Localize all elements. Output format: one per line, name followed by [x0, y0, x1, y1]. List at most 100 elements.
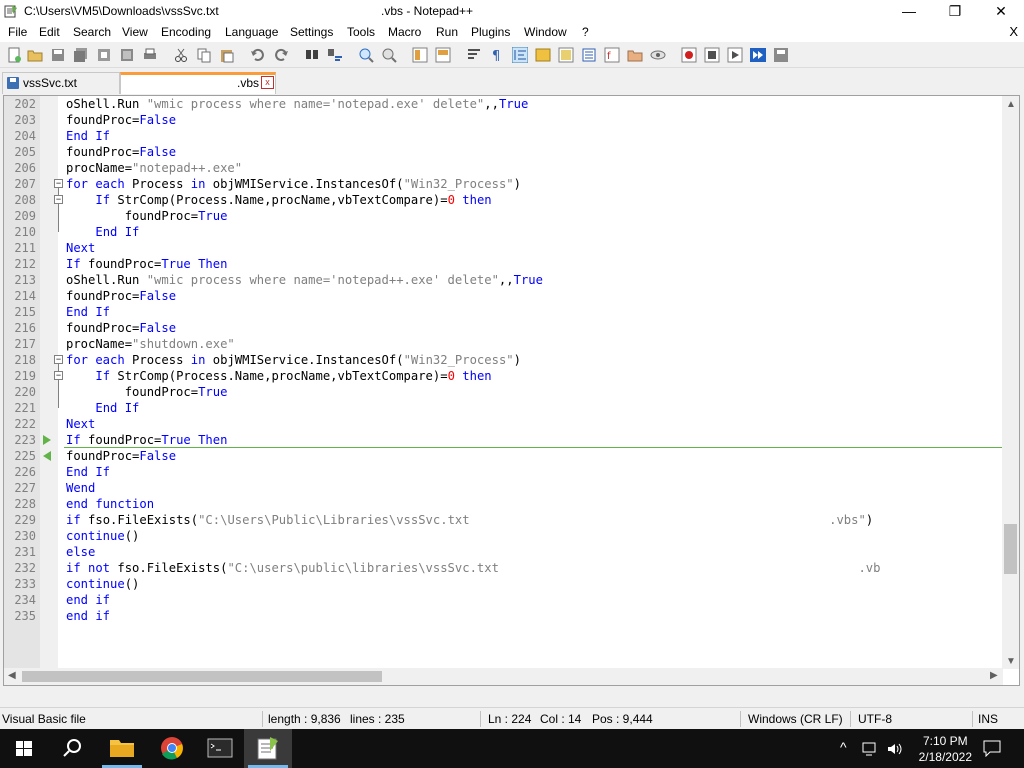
print-icon[interactable]	[142, 47, 158, 63]
sync-horizontal-icon[interactable]	[435, 47, 451, 63]
menu-settings[interactable]: Settings	[290, 25, 333, 39]
word-wrap-icon[interactable]	[466, 47, 482, 63]
code-line[interactable]: 232 if not fso.FileExists("C:\users\publi…	[4, 560, 1004, 576]
code-line[interactable]: 235 end if	[4, 608, 1004, 624]
copy-icon[interactable]	[196, 47, 212, 63]
tab-vbs-active[interactable]: .vbs x	[120, 72, 276, 94]
command-prompt-icon[interactable]	[196, 729, 244, 768]
code-line[interactable]: 229 if fso.FileExists("C:\Users\Public\Li…	[4, 512, 1004, 528]
new-file-icon[interactable]	[6, 47, 22, 63]
code-line[interactable]: 226 End If	[4, 464, 1004, 480]
code-line[interactable]: 217 procName="shutdown.exe"	[4, 336, 1004, 352]
tab-vsssvc-txt[interactable]: vssSvc.txt	[2, 72, 120, 94]
code-line[interactable]: 215 End If	[4, 304, 1004, 320]
close-all-icon[interactable]	[119, 47, 135, 63]
menu-encoding[interactable]: Encoding	[161, 25, 211, 39]
code-line[interactable]: 222 Next	[4, 416, 1004, 432]
start-recording-icon[interactable]	[681, 47, 697, 63]
redo-icon[interactable]	[273, 47, 289, 63]
menu-view[interactable]: View	[122, 25, 148, 39]
code-line[interactable]: 223 If foundProc=True Then	[4, 432, 1004, 448]
minimize-button[interactable]: —	[886, 0, 932, 23]
code-line[interactable]: 202 oShell.Run "wmic process where name='…	[4, 96, 1004, 112]
hidden-lines-end-icon[interactable]	[42, 450, 52, 462]
replace-icon[interactable]	[327, 47, 343, 63]
zoom-out-icon[interactable]	[381, 47, 397, 63]
code-line[interactable]: 206 procName="notepad++.exe"	[4, 160, 1004, 176]
menu-edit[interactable]: Edit	[39, 25, 60, 39]
restore-button[interactable]: ❐	[932, 0, 978, 23]
code-line[interactable]: 233 continue()	[4, 576, 1004, 592]
code-line[interactable]: 220 foundProc=True	[4, 384, 1004, 400]
close-document-button[interactable]: X	[1009, 24, 1018, 39]
scroll-right-icon[interactable]: ▶	[990, 670, 998, 681]
code-line[interactable]: 225 foundProc=False	[4, 448, 1004, 464]
code-line[interactable]: 203 foundProc=False	[4, 112, 1004, 128]
code-line[interactable]: 216 foundProc=False	[4, 320, 1004, 336]
network-icon[interactable]	[862, 741, 880, 757]
fold-collapse-icon[interactable]: −	[54, 179, 63, 188]
menu-tools[interactable]: Tools	[347, 25, 375, 39]
code-line[interactable]: 231 else	[4, 544, 1004, 560]
hidden-lines-start-icon[interactable]	[42, 434, 52, 446]
find-icon[interactable]	[304, 47, 320, 63]
cut-icon[interactable]	[173, 47, 189, 63]
document-list-icon[interactable]	[581, 47, 597, 63]
notepadpp-taskbar-icon[interactable]	[244, 729, 292, 768]
windows-start-icon[interactable]	[0, 729, 48, 768]
menu-language[interactable]: Language	[225, 25, 278, 39]
save-icon[interactable]	[50, 47, 66, 63]
code-line[interactable]: 219 If StrComp(Process.Name,procName,vbT…	[4, 368, 1004, 384]
horizontal-scrollbar[interactable]: ◀ ▶	[4, 668, 1003, 685]
code-line[interactable]: 227 Wend	[4, 480, 1004, 496]
monitoring-icon[interactable]	[650, 47, 666, 63]
menu-macro[interactable]: Macro	[388, 25, 421, 39]
fold-collapse-icon[interactable]: −	[54, 355, 63, 364]
chrome-icon[interactable]	[148, 729, 196, 768]
run-macro-multiple-icon[interactable]	[750, 47, 766, 63]
code-line[interactable]: 228 end function	[4, 496, 1004, 512]
menu-plugins[interactable]: Plugins	[471, 25, 510, 39]
undo-icon[interactable]	[250, 47, 266, 63]
zoom-in-icon[interactable]	[358, 47, 374, 63]
system-clock[interactable]: 7:10 PM 2/18/2022	[919, 733, 972, 765]
code-line[interactable]: 221 End If	[4, 400, 1004, 416]
menu-help[interactable]: ?	[582, 25, 589, 39]
code-line[interactable]: 213 oShell.Run "wmic process where name='…	[4, 272, 1004, 288]
vertical-scroll-thumb[interactable]	[1004, 524, 1017, 574]
paste-icon[interactable]	[219, 47, 235, 63]
notifications-icon[interactable]	[982, 739, 1002, 757]
code-line[interactable]: 214 foundProc=False	[4, 288, 1004, 304]
close-file-icon[interactable]	[96, 47, 112, 63]
menu-run[interactable]: Run	[436, 25, 458, 39]
code-line[interactable]: 205 foundProc=False	[4, 144, 1004, 160]
menu-search[interactable]: Search	[73, 25, 111, 39]
save-all-icon[interactable]	[73, 47, 89, 63]
code-line[interactable]: 210 End If	[4, 224, 1004, 240]
close-window-button[interactable]: ✕	[978, 0, 1024, 23]
indent-guide-icon[interactable]	[512, 47, 528, 63]
code-line[interactable]: 212 If foundProc=True Then	[4, 256, 1004, 272]
menu-window[interactable]: Window	[524, 25, 567, 39]
horizontal-scroll-thumb[interactable]	[22, 671, 382, 682]
document-map-icon[interactable]	[558, 47, 574, 63]
search-icon[interactable]	[48, 729, 96, 768]
file-explorer-icon[interactable]	[98, 729, 146, 768]
code-line[interactable]: 204 End If	[4, 128, 1004, 144]
fold-collapse-icon[interactable]: −	[54, 371, 63, 380]
folder-as-workspace-icon[interactable]	[627, 47, 643, 63]
function-list-icon[interactable]: f	[604, 47, 620, 63]
code-line[interactable]: 209 foundProc=True	[4, 208, 1004, 224]
show-hidden-icons-icon[interactable]: ^	[840, 739, 847, 755]
close-tab-icon[interactable]: x	[261, 76, 274, 89]
fold-collapse-icon[interactable]: −	[54, 195, 63, 204]
code-line[interactable]: 211 Next	[4, 240, 1004, 256]
scroll-up-icon[interactable]: ▲	[1006, 99, 1016, 110]
scroll-left-icon[interactable]: ◀	[8, 670, 16, 681]
code-line[interactable]: 234 end if	[4, 592, 1004, 608]
code-line[interactable]: 230 continue()	[4, 528, 1004, 544]
playback-icon[interactable]	[727, 47, 743, 63]
vertical-scrollbar[interactable]: ▲ ▼	[1002, 96, 1019, 669]
volume-icon[interactable]	[886, 741, 904, 757]
code-line[interactable]: 207 for each Process in objWMIService.Ins…	[4, 176, 1004, 192]
